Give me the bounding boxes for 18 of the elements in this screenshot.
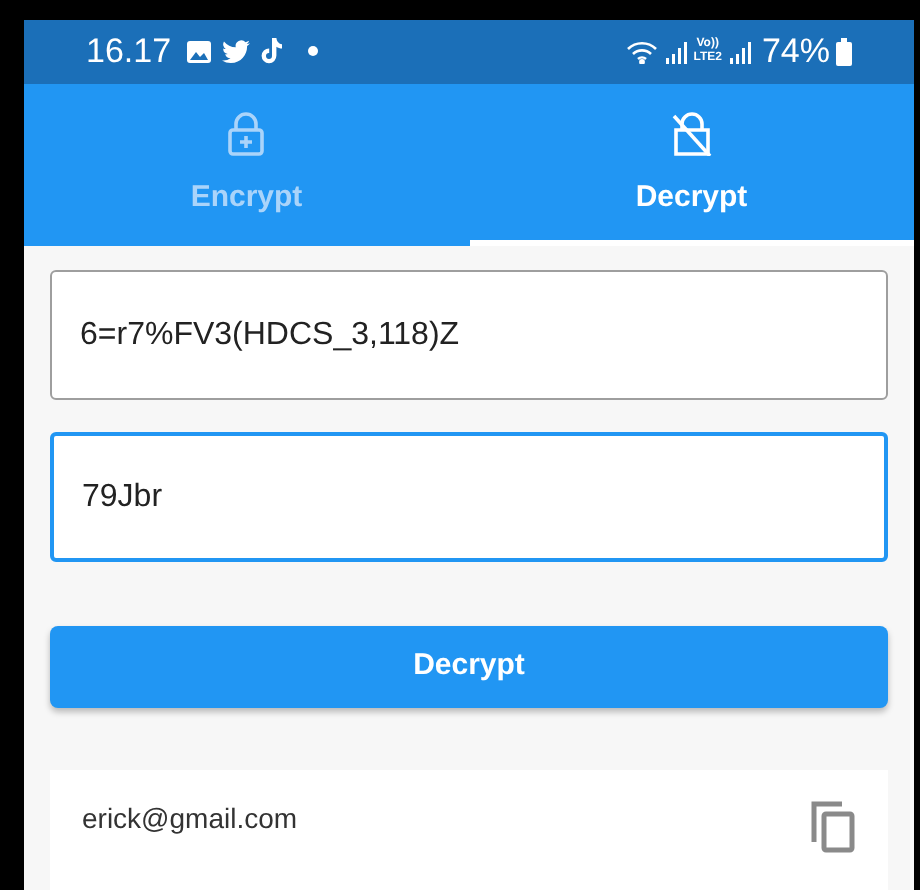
lock-slash-icon — [671, 111, 712, 156]
text-field[interactable]: 79Jbr — [50, 432, 888, 562]
music-note-icon — [259, 38, 282, 65]
battery-icon — [836, 37, 852, 66]
result-text: erick@gmail.com — [82, 800, 298, 838]
signal-icon — [663, 39, 688, 64]
decrypt-button[interactable]: Decrypt — [50, 626, 888, 708]
wifi-icon — [625, 39, 658, 64]
text-field[interactable]: 6=r7%FV3(HDCS_3,118)Z — [50, 270, 888, 400]
tab[interactable]: Encrypt — [24, 83, 469, 246]
bird-icon — [221, 39, 250, 64]
battery-percent: 74% — [761, 30, 830, 75]
status-time: 16.17 — [86, 30, 172, 75]
lock-plus-icon — [226, 111, 267, 156]
signal-icon — [727, 39, 752, 64]
copy-icon[interactable] — [808, 798, 856, 854]
tab[interactable]: Decrypt — [469, 83, 914, 246]
image-icon — [185, 39, 212, 64]
